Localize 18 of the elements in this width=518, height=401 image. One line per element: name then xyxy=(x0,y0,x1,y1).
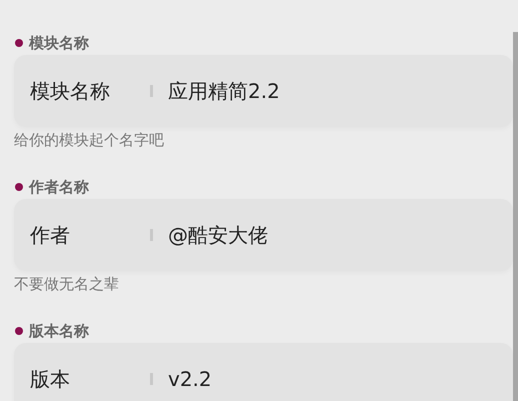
hint-text: 不要做无名之辈 xyxy=(14,275,120,294)
input-field[interactable]: 作者 @酷安大佬 xyxy=(14,199,513,271)
field-label: 模块名称 xyxy=(29,78,111,104)
section-header: 作者名称 xyxy=(29,178,89,196)
field-value: v2.2 xyxy=(168,367,212,391)
section-header: 版本名称 xyxy=(29,322,89,340)
bullet-icon xyxy=(15,327,23,335)
input-field[interactable]: 版本 v2.2 xyxy=(14,343,513,401)
input-field[interactable]: 模块名称 应用精简2.2 xyxy=(14,55,513,127)
scrollbar[interactable] xyxy=(513,32,518,401)
field-label: 版本 xyxy=(29,366,71,392)
field-label: 作者 xyxy=(29,222,71,248)
section-header: 模块名称 xyxy=(29,34,89,52)
bullet-icon xyxy=(15,39,23,47)
field-value: 应用精简2.2 xyxy=(168,78,280,104)
bullet-icon xyxy=(15,183,23,191)
hint-text: 给你的模块起个名字吧 xyxy=(14,131,165,150)
field-value: @酷安大佬 xyxy=(168,222,268,248)
